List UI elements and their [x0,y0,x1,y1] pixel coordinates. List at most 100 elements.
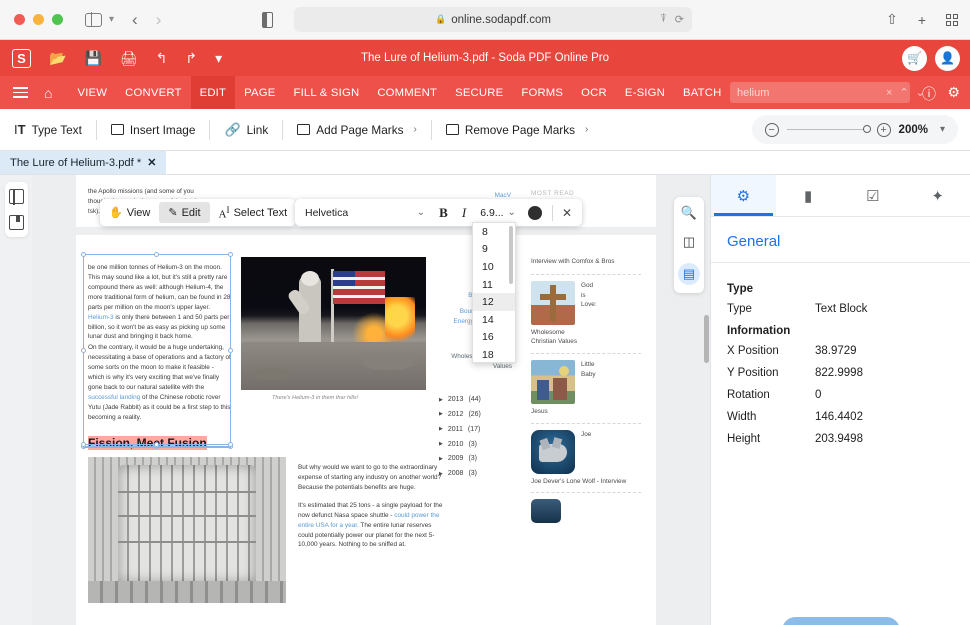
archive-expand-icon[interactable]: ▶ [439,397,443,405]
menu-item-convert[interactable]: CONVERT [116,76,190,109]
font-size-option-16[interactable]: 16 [473,329,515,347]
zoom-in-button[interactable]: + [876,122,891,137]
italic-button[interactable]: I [462,205,466,221]
document-search-box[interactable]: × ⌃ ⌄ [730,82,925,103]
most-read-article-1[interactable]: Interview with Comfox & Bros [531,257,641,267]
resize-handle-nw-2[interactable] [81,442,86,447]
menu-item-batch[interactable]: BATCH [674,76,730,109]
link-button[interactable]: 🔗 Link [209,119,282,140]
panel-row-value[interactable]: 0 [815,389,821,401]
minimize-window-button[interactable] [33,14,44,25]
edit-mode-button[interactable]: ✎ Edit [159,202,210,223]
resize-handle-ne[interactable] [228,252,233,257]
gear-icon[interactable]: ⚙ [947,84,960,101]
archive-item-2011[interactable]: ▶ 2011 (17) [439,425,481,436]
menu-item-edit[interactable]: EDIT [190,76,236,109]
zoom-level-value[interactable]: 200% [899,124,928,136]
font-size-option-12[interactable]: 12 [473,293,515,311]
panel-row-value[interactable]: 203.9498 [815,433,863,445]
chevron-down-icon[interactable]: ▾ [215,51,222,65]
menu-item-view[interactable]: VIEW [68,76,116,109]
tab-annotation[interactable]: ▮ [776,175,841,216]
font-size-chevron-down-icon[interactable]: ⌄ [508,207,516,218]
undo-icon[interactable]: ↰ [156,51,168,65]
archive-item-2012[interactable]: ▶ 2012 (26) [439,410,481,421]
archive-year[interactable]: 2010 [448,440,464,451]
all-tabs-icon[interactable] [946,13,958,26]
open-folder-icon[interactable]: 📂 [49,51,66,65]
save-icon[interactable]: 💾 [84,51,101,65]
font-size-option-18[interactable]: 18 [473,346,515,362]
redo-icon[interactable]: ↱ [185,51,197,65]
font-size-option-14[interactable]: 14 [473,311,515,329]
zoom-out-button[interactable]: − [764,122,779,137]
archive-expand-icon[interactable]: ▶ [439,441,443,449]
tab-checkbox[interactable]: ☑ [841,175,906,216]
reader-view-icon[interactable] [262,12,273,28]
menu-item-comment[interactable]: COMMENT [368,76,446,109]
archive-year[interactable]: 2008 [448,469,464,480]
most-read-article-4[interactable]: Joe Dever's Lone Wolf - Interview [531,477,641,487]
plus-icon[interactable]: + [918,12,926,28]
zoom-slider[interactable] [786,125,871,134]
archive-item-2013[interactable]: ▶ 2013 (44) [439,395,481,406]
panel-row-value[interactable]: 38.9729 [815,345,857,357]
archive-year[interactable]: 2012 [448,410,464,421]
remove-page-marks-button[interactable]: Remove Page Marks › [430,119,603,140]
resize-handle-n[interactable] [154,252,159,257]
chevron-right-icon[interactable]: › [414,124,417,135]
archive-expand-icon[interactable]: ▶ [439,426,443,434]
menu-item-fill-sign[interactable]: FILL & SIGN [284,76,368,109]
back-icon[interactable]: ‹ [132,11,138,28]
extensions-icon[interactable]: ⍒ [660,13,667,26]
zoom-slider-handle[interactable] [862,125,871,134]
cart-icon[interactable]: 🛒 [902,45,927,71]
tab-properties[interactable]: ⚙ [711,175,776,216]
archive-year[interactable]: 2011 [448,425,463,436]
text-color-swatch[interactable] [527,205,542,220]
resize-handle-nw[interactable] [81,252,86,257]
type-text-button[interactable]: IT Type Text [0,120,96,140]
view-mode-button[interactable]: ✋ View [100,202,159,223]
font-family-value[interactable]: Helvetica [305,207,413,219]
resize-handle-e[interactable] [228,347,233,353]
close-font-toolbar-icon[interactable]: ✕ [562,206,572,220]
add-page-marks-button[interactable]: Add Page Marks › [282,119,431,140]
forward-icon[interactable]: › [156,11,162,28]
nav-arrows[interactable]: ‹ › [132,11,161,28]
account-icon[interactable]: 👤 [935,45,960,71]
zoom-control[interactable]: − + 200% ▾ [751,115,958,144]
close-window-button[interactable] [14,14,25,25]
archive-year[interactable]: 2013 [448,395,464,406]
bold-button[interactable]: B [439,205,448,221]
document-scrollbar[interactable] [704,315,709,363]
text-block-selection-secondary[interactable] [81,442,233,448]
share-icon[interactable]: ⇧ [886,11,898,28]
menu-item-e-sign[interactable]: E-SIGN [616,76,674,109]
archive-expand-icon[interactable]: ▶ [439,411,443,419]
panel-row-value[interactable]: Text Block [815,303,867,315]
insert-image-button[interactable]: Insert Image [95,119,210,140]
font-family-chevron-down-icon[interactable]: ⌄ [417,207,425,218]
window-controls[interactable] [0,14,63,25]
apply-button[interactable]: APPLY [781,617,900,625]
search-icon[interactable]: 🔍 [681,205,697,221]
reload-icon[interactable]: ⟳ [675,13,684,26]
font-size-dropdown[interactable]: 8 9 10 11 12 14 16 18 [472,222,516,363]
menu-item-ocr[interactable]: OCR [572,76,616,109]
chevron-right-icon[interactable]: › [585,124,588,135]
dropdown-scrollbar[interactable] [509,226,513,284]
panel-row-value[interactable]: 822.9998 [815,367,863,379]
document-viewport[interactable]: the Apollo missions (and some of you thou… [32,175,710,625]
bookmark-icon[interactable] [8,214,24,230]
soda-pdf-logo[interactable]: S [12,48,31,68]
font-size-value[interactable]: 6.9... [480,207,503,219]
search-clear-icon[interactable]: × [886,87,892,99]
properties-icon[interactable]: ▤ [678,263,700,285]
address-bar[interactable]: 🔒 online.sodapdf.com ⍒ ⟳ [294,7,692,32]
file-tab[interactable]: The Lure of Helium-3.pdf * ✕ [0,151,167,174]
text-block-selection[interactable] [81,252,233,449]
print-icon[interactable]: 🖨 [120,51,138,65]
panel-row-value[interactable]: 146.4402 [815,411,863,423]
sidebar-toggle-icon[interactable] [85,11,102,28]
